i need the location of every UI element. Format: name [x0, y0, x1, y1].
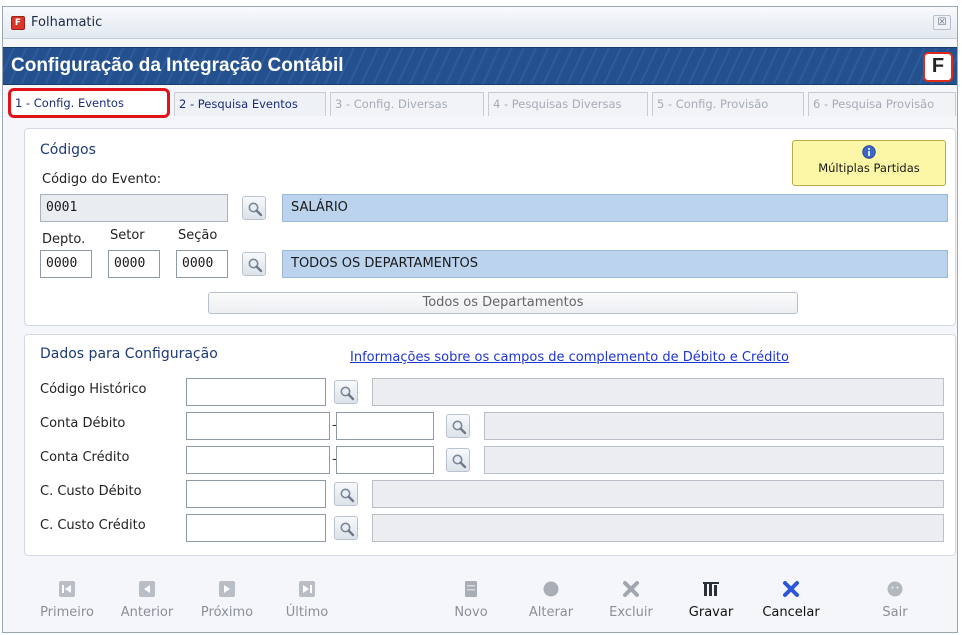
ultimo-label: Último	[285, 605, 329, 620]
codigo-historico-label: Código Histórico	[40, 382, 147, 397]
alterar-label: Alterar	[528, 605, 574, 620]
custo-debito-label: C. Custo Débito	[40, 484, 142, 499]
tab-config-provisao[interactable]: 5 - Config. Provisão	[652, 92, 804, 116]
conta-credito-digit-field[interactable]	[336, 446, 434, 474]
tab-pesquisas-diversas[interactable]: 4 - Pesquisas Diversas	[488, 92, 648, 116]
excluir-button[interactable]: Excluir	[596, 572, 666, 630]
ultimo-button[interactable]: Último	[272, 572, 342, 630]
conta-credito-field[interactable]	[186, 446, 330, 474]
search-conta-credito-button[interactable]	[446, 448, 470, 472]
magnifier-icon	[452, 420, 467, 435]
next-icon	[219, 581, 235, 597]
search-custo-debito-button[interactable]	[334, 482, 358, 506]
page-title: Configuração da Integração Contábil	[11, 55, 344, 76]
tab-pesquisa-provisao[interactable]: 6 - Pesquisa Provisão	[808, 92, 956, 116]
conta-credito-description	[484, 446, 944, 474]
conta-debito-description	[484, 412, 944, 440]
multiplas-partidas-button[interactable]: Múltiplas Partidas	[792, 140, 946, 186]
historico-description	[372, 378, 944, 406]
last-icon	[299, 581, 315, 597]
primeiro-button[interactable]: Primeiro	[32, 572, 102, 630]
primeiro-label: Primeiro	[40, 605, 94, 620]
codigo-evento-label: Código do Evento:	[42, 172, 162, 187]
gravar-label: Gravar	[688, 605, 734, 620]
configuracao-group-title: Dados para Configuração	[40, 346, 218, 362]
tab-config-diversas[interactable]: 3 - Config. Diversas	[330, 92, 484, 116]
search-evento-button[interactable]	[242, 196, 266, 220]
first-icon	[59, 581, 75, 597]
conta-credito-label: Conta Crédito	[40, 450, 130, 465]
cancel-icon	[783, 581, 799, 597]
edit-icon	[543, 581, 559, 597]
conta-debito-digit-field[interactable]	[336, 412, 434, 440]
depto-field[interactable]: 0000	[40, 250, 92, 278]
anterior-label: Anterior	[120, 605, 174, 620]
setor-label: Setor	[110, 228, 145, 243]
magnifier-icon	[340, 488, 355, 503]
tab-label: 4 - Pesquisas Diversas	[493, 97, 622, 111]
evento-description: SALÁRIO	[282, 194, 948, 222]
delete-icon	[623, 581, 639, 597]
save-icon	[703, 582, 719, 596]
codigo-evento-field[interactable]: 0001	[40, 194, 228, 222]
multiplas-partidas-label: Múltiplas Partidas	[818, 161, 920, 175]
close-button[interactable]: ☒	[933, 15, 951, 30]
custo-debito-description	[372, 480, 944, 508]
custo-credito-description	[372, 514, 944, 542]
conta-debito-field[interactable]	[186, 412, 330, 440]
depto-label: Depto.	[42, 232, 86, 247]
cancelar-label: Cancelar	[762, 605, 820, 620]
gravar-button[interactable]: Gravar	[676, 572, 746, 630]
excluir-label: Excluir	[609, 605, 653, 620]
tab-strip: 1 - Config. Eventos 2 - Pesquisa Eventos…	[8, 88, 956, 118]
info-complemento-link[interactable]: Informações sobre os campos de complemen…	[350, 350, 789, 365]
search-historico-button[interactable]	[334, 380, 358, 404]
tab-config-eventos[interactable]: 1 - Config. Eventos	[8, 88, 170, 118]
novo-button[interactable]: Novo	[436, 572, 506, 630]
proximo-label: Próximo	[200, 605, 254, 620]
tab-label: 3 - Config. Diversas	[335, 97, 448, 111]
departamento-description: TODOS OS DEPARTAMENTOS	[282, 250, 948, 278]
sair-button[interactable]: Sair	[860, 572, 930, 630]
bottom-toolbar: Primeiro Anterior Próximo Último Novo Al…	[8, 572, 948, 630]
app-title: Folhamatic	[31, 15, 103, 30]
tab-label: 6 - Pesquisa Provisão	[813, 97, 935, 111]
custo-debito-field[interactable]	[186, 480, 326, 508]
custo-credito-field[interactable]	[186, 514, 326, 542]
magnifier-icon	[452, 454, 467, 469]
secao-label: Seção	[178, 228, 218, 243]
magnifier-icon	[340, 522, 355, 537]
tab-pesquisa-eventos[interactable]: 2 - Pesquisa Eventos	[174, 92, 326, 116]
secao-field[interactable]: 0000	[176, 250, 228, 278]
search-conta-debito-button[interactable]	[446, 414, 470, 438]
conta-debito-label: Conta Débito	[40, 416, 126, 431]
tab-label: 1 - Config. Eventos	[15, 96, 124, 110]
codigo-historico-field[interactable]	[186, 378, 326, 406]
magnifier-icon	[248, 202, 263, 217]
tab-label: 5 - Config. Provisão	[657, 97, 769, 111]
proximo-button[interactable]: Próximo	[192, 572, 262, 630]
logo-icon: F	[923, 52, 953, 82]
magnifier-icon	[340, 386, 355, 401]
sair-label: Sair	[882, 605, 908, 620]
tab-label: 2 - Pesquisa Eventos	[179, 97, 298, 111]
todos-departamentos-button[interactable]: Todos os Departamentos	[208, 292, 798, 314]
info-icon	[862, 145, 876, 159]
novo-label: Novo	[454, 605, 488, 620]
alterar-button[interactable]: Alterar	[516, 572, 586, 630]
cancelar-button[interactable]: Cancelar	[756, 572, 826, 630]
setor-field[interactable]: 0000	[108, 250, 160, 278]
codigos-group-title: Códigos	[40, 142, 96, 158]
custo-credito-label: C. Custo Crédito	[40, 518, 146, 533]
anterior-button[interactable]: Anterior	[112, 572, 182, 630]
header-banner: Configuração da Integração Contábil F	[3, 47, 957, 85]
search-departamento-button[interactable]	[242, 252, 266, 276]
previous-icon	[139, 581, 155, 597]
new-icon	[465, 581, 477, 597]
app-icon: F	[11, 16, 25, 30]
title-bar: F Folhamatic ☒	[3, 7, 957, 39]
magnifier-icon	[248, 258, 263, 273]
search-custo-credito-button[interactable]	[334, 516, 358, 540]
exit-icon	[887, 581, 903, 597]
